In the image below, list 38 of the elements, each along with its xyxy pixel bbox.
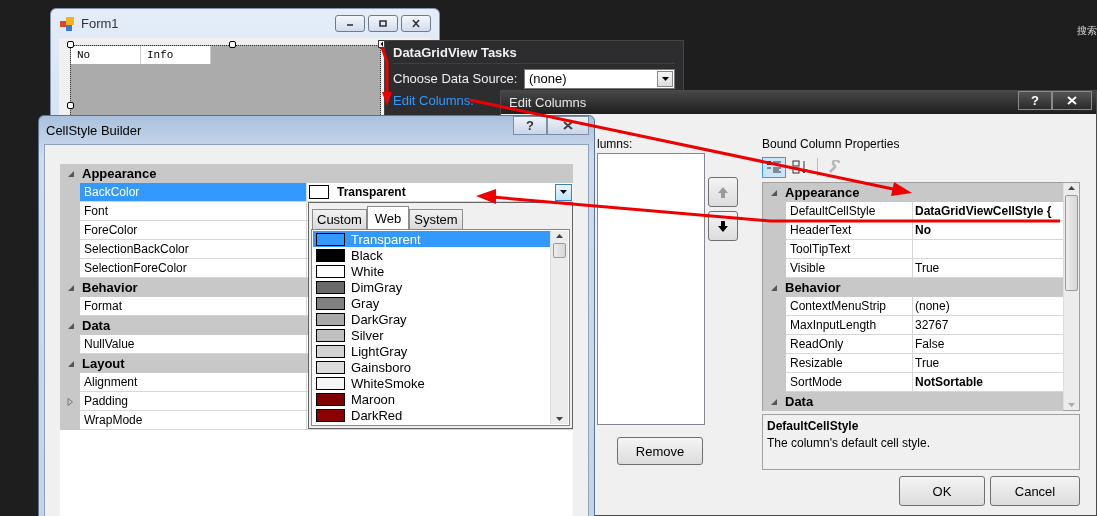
category-label: Appearance (785, 185, 860, 200)
color-name: Gray (351, 295, 380, 311)
window-title: Edit Columns (509, 95, 587, 110)
window-title: Form1 (81, 16, 119, 31)
property-value: No (913, 221, 1063, 240)
category-label: Behavior (82, 280, 138, 295)
color-name: WhiteSmoke (351, 375, 425, 391)
color-name: Black (351, 247, 383, 263)
category-label: Appearance (82, 166, 157, 181)
color-name: Maroon (351, 391, 396, 407)
description-text: The column's default cell style. (767, 436, 932, 450)
property-value: True (913, 259, 1063, 278)
field-label: lumns: (597, 137, 634, 153)
panel-title: DataGridView Tasks (393, 41, 675, 64)
color-name: Transparent (351, 231, 421, 247)
window-title: CellStyle Builder (46, 122, 142, 138)
color-name: DarkRed (351, 407, 403, 423)
color-name: DarkGray (351, 311, 407, 327)
color-name: White (351, 263, 385, 279)
section-title: Bound Column Properties (762, 137, 901, 153)
search-label: 搜索 (1077, 24, 1097, 38)
property-value: NotSortable (913, 373, 1063, 392)
property-value: False (913, 335, 1063, 354)
color-name: Gainsboro (351, 359, 411, 375)
color-name: DimGray (351, 279, 403, 295)
category-label: Data (785, 394, 814, 409)
category-label: Layout (82, 356, 125, 371)
color-name: LightGray (351, 343, 408, 359)
property-value: (none) (913, 297, 1063, 316)
color-name: Silver (351, 327, 384, 343)
property-value: True (913, 354, 1063, 373)
category-label: Behavior (785, 280, 841, 295)
property-value: Transparent (337, 185, 406, 199)
category-label: Data (82, 318, 111, 333)
property-value: DataGridViewCellStyle { (913, 202, 1063, 221)
property-value: 32767 (913, 316, 1063, 335)
field-label: Choose Data Source: (393, 71, 518, 86)
description-title: DefaultCellStyle (767, 419, 860, 433)
